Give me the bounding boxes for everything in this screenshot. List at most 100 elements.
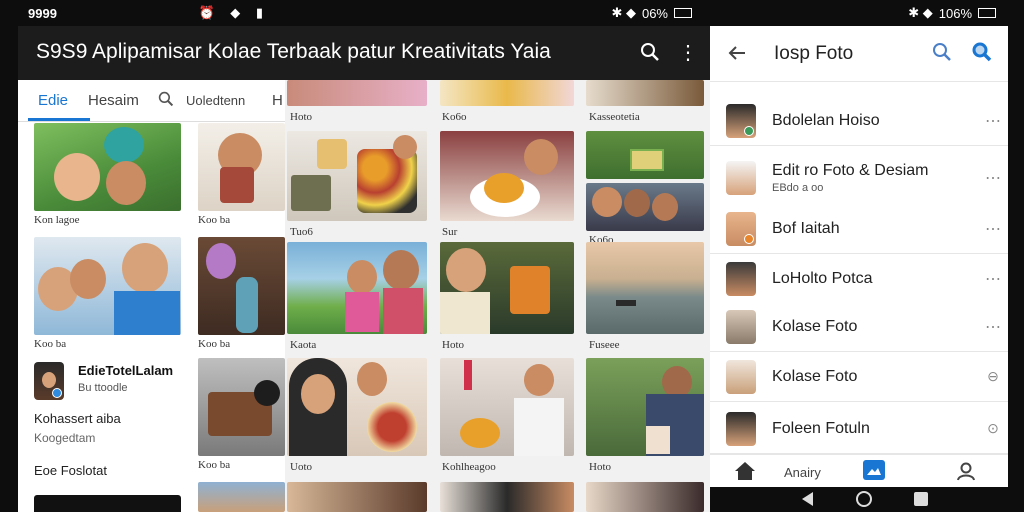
radio-circle-icon[interactable]: ⊖ (978, 368, 1008, 385)
more-horiz-icon[interactable]: ⋯ (978, 219, 1008, 239)
avatar (34, 362, 64, 400)
list-item[interactable]: LoHolto Potca ⋯ (710, 254, 1008, 304)
gallery-icon[interactable] (863, 460, 885, 480)
photo-bottom-2[interactable] (440, 482, 574, 512)
photo-beach-family[interactable] (287, 242, 427, 334)
list-item[interactable]: Foleen Fotuln ⊙ (710, 404, 1008, 454)
list-item[interactable]: Kolase Foto ⊖ (710, 352, 1008, 402)
photo-boy-toast[interactable] (198, 123, 285, 211)
caption: Hoto (589, 461, 611, 473)
tab-indicator (28, 118, 90, 121)
home-icon[interactable] (734, 461, 756, 481)
bottom-nav-label[interactable]: Anairy (784, 465, 821, 480)
nav-recents-icon[interactable] (914, 492, 928, 506)
photo-man-garden[interactable] (586, 358, 704, 456)
more-horiz-icon[interactable]: ⋯ (978, 111, 1008, 131)
list-item[interactable]: Kolase Foto ⋯ (710, 302, 1008, 352)
caption: Koo ba (34, 338, 67, 350)
system-nav-bar (710, 487, 1008, 512)
left-section-sub: Koogedtam (34, 431, 96, 445)
tab-search[interactable]: Hesaim (88, 92, 139, 109)
list-item-label: Foleen Fotuln (772, 419, 870, 437)
avatar (726, 211, 756, 246)
photo-top-2[interactable] (440, 80, 574, 106)
wifi-icon: ✱ ◆ (908, 5, 933, 20)
battery-icon (674, 8, 692, 18)
caption: Uoto (290, 461, 312, 473)
caption: Kohlheagoo (442, 461, 496, 473)
list-item[interactable]: Bof Iaitah ⋯ (710, 204, 1008, 254)
radio-circle-icon[interactable]: ⊙ (978, 420, 1008, 437)
photo-camera-hand[interactable] (198, 358, 285, 456)
status-bar-right: ✱ ◆ 106% (710, 0, 1024, 26)
caption: Hoto (442, 339, 464, 351)
list-item-sub: EBdo a oo (772, 181, 824, 194)
search-filled-icon[interactable] (972, 42, 992, 62)
battery-icon (978, 8, 996, 18)
bottom-nav: Anairy (710, 454, 1008, 487)
photo-cake[interactable] (440, 131, 574, 221)
nav-home-icon[interactable] (856, 491, 872, 507)
right-panel: Iosp Foto Bdolelan Hoiso ⋯ Edit ro Foto … (710, 26, 1008, 487)
page-title: S9S9 Aplipamisar Kolae Terbaak patur Kre… (36, 40, 551, 63)
tab-bar: Edie Hesaim Uoledtenn H (18, 80, 285, 122)
status-bar-mid: ✱ ◆ 06% (285, 0, 710, 26)
avatar (726, 359, 756, 394)
status-battery-right: 106% (938, 5, 972, 21)
avatar (726, 261, 756, 296)
photo-toys[interactable] (198, 237, 285, 335)
photo-family-selfie[interactable] (34, 237, 181, 335)
photo-bottom-3[interactable] (586, 482, 704, 512)
caption: Kaota (290, 339, 317, 351)
photo-group[interactable] (586, 183, 704, 231)
more-horiz-icon[interactable]: ⋯ (978, 317, 1008, 337)
list-item-label: Kolase Foto (772, 367, 858, 385)
caption: Ko6o (442, 111, 467, 123)
search-icon (158, 91, 174, 107)
back-arrow-icon[interactable] (726, 42, 748, 64)
photo-partial[interactable] (198, 482, 285, 512)
profile-title[interactable]: EdieTotelLalam (78, 363, 173, 378)
photo-drill[interactable] (440, 242, 574, 334)
list-item-label: Bof Iaitah (772, 219, 840, 237)
app-header: S9S9 Aplipamisar Kolae Terbaak patur Kre… (18, 26, 710, 80)
nav-back-icon[interactable] (802, 492, 813, 506)
right-app-bar: Iosp Foto (710, 26, 1008, 82)
list-item-label: Edit ro Foto & Desiam (772, 161, 929, 179)
photo-lawn[interactable] (586, 131, 704, 179)
status-time: 9999 (28, 5, 57, 21)
photo-lake[interactable] (586, 242, 704, 334)
list-item-label: LoHolto Potca (772, 269, 873, 287)
search-icon[interactable] (638, 40, 662, 64)
left-section-title[interactable]: Kohassert aiba (34, 411, 121, 426)
caption: Kasseotetia (589, 111, 640, 123)
caption: Koo ba (198, 459, 231, 471)
left-bottom-button[interactable] (34, 495, 181, 512)
tab-edit[interactable]: Edie (38, 92, 68, 109)
search-icon[interactable] (932, 42, 952, 62)
profile-subtitle: Bu ttoodle (78, 382, 128, 394)
status-battery-mid: 06% (641, 5, 668, 21)
status-bar-left: 9999 ⏰ ◆ ▮ (0, 0, 285, 26)
avatar (726, 309, 756, 344)
photo-top-3[interactable] (586, 80, 704, 106)
caption: Kon lagoe (34, 214, 80, 226)
left-section-title-2[interactable]: Eoe Foslotat (34, 463, 107, 478)
photo-kids-garden[interactable] (34, 123, 181, 211)
more-horiz-icon[interactable]: ⋯ (978, 269, 1008, 289)
caption: Koo ba (198, 214, 231, 226)
list-item[interactable]: Edit ro Foto & Desiam EBdo a oo ⋯ (710, 150, 1008, 206)
caption: Fuseee (589, 339, 620, 351)
photo-kids-indoor[interactable] (440, 358, 574, 456)
photo-bottom-1[interactable] (287, 482, 427, 512)
more-vert-icon[interactable]: ⋮ (678, 40, 698, 64)
photo-top-1[interactable] (287, 80, 427, 106)
list-item[interactable]: Bdolelan Hoiso ⋯ (710, 96, 1008, 146)
tab-collection[interactable]: Uoledtenn (186, 93, 245, 108)
tab-more[interactable]: H (272, 92, 283, 109)
profile-icon[interactable] (956, 461, 976, 481)
photo-snacks[interactable] (287, 131, 427, 221)
more-horiz-icon[interactable]: ⋯ (978, 168, 1008, 188)
avatar (726, 160, 756, 195)
photo-hijab-girl[interactable] (287, 358, 427, 456)
